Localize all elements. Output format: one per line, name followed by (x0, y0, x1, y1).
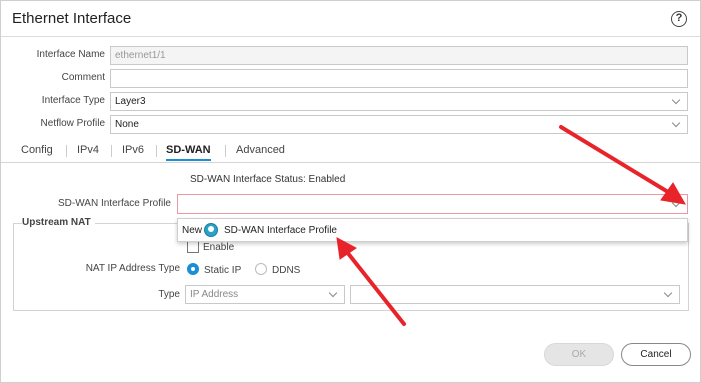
tab-bar: Config IPv4 IPv6 SD-WAN Advanced (1, 139, 700, 163)
ok-button[interactable]: OK (544, 343, 614, 366)
netflow-profile-label: Netflow Profile (40, 118, 105, 129)
sd-wan-profile-dropdown: New SD-WAN Interface Profile (177, 218, 688, 242)
comment-field[interactable] (110, 69, 688, 88)
tab-sd-wan[interactable]: SD-WAN (166, 144, 211, 161)
sd-wan-profile-icon[interactable] (204, 223, 218, 237)
type-label: Type (158, 289, 180, 300)
chevron-down-icon (328, 286, 338, 303)
interface-type-label: Interface Type (41, 95, 105, 106)
dropdown-new-label[interactable]: New (182, 225, 202, 236)
chevron-down-icon (663, 286, 673, 303)
chevron-down-icon (671, 93, 681, 110)
nat-ip-type-label: NAT IP Address Type (85, 263, 180, 274)
enable-checkbox[interactable] (187, 241, 199, 253)
help-icon[interactable]: ? (671, 11, 687, 27)
interface-name-field[interactable]: ethernet1/1 (110, 46, 688, 65)
sd-wan-status-text: SD-WAN Interface Status: Enabled (190, 174, 346, 185)
address-select[interactable] (350, 285, 680, 304)
enable-label: Enable (203, 242, 235, 253)
upstream-nat-title: Upstream NAT (22, 217, 95, 228)
static-ip-radio[interactable] (187, 263, 199, 275)
netflow-profile-value: None (115, 119, 139, 130)
type-select[interactable]: IP Address (185, 285, 345, 304)
interface-type-select[interactable]: Layer3 (110, 92, 688, 111)
tab-divider (111, 145, 112, 157)
cancel-button[interactable]: Cancel (621, 343, 691, 366)
dialog-title: Ethernet Interface (12, 10, 132, 27)
comment-label: Comment (61, 72, 105, 83)
ethernet-interface-dialog: Ethernet Interface ? Interface Name ethe… (0, 0, 701, 383)
sd-wan-profile-select[interactable] (177, 194, 688, 214)
tab-divider (225, 145, 226, 157)
chevron-down-icon (671, 116, 681, 133)
ddns-label: DDNS (272, 265, 301, 276)
tab-divider (66, 145, 67, 157)
interface-type-value: Layer3 (115, 96, 146, 107)
type-value: IP Address (190, 289, 239, 300)
sd-wan-profile-label: SD-WAN Interface Profile (58, 198, 171, 209)
netflow-profile-select[interactable]: None (110, 115, 688, 134)
static-ip-label: Static IP (204, 265, 242, 276)
chevron-down-icon (671, 196, 681, 213)
tab-divider (156, 145, 157, 157)
tab-ipv6[interactable]: IPv6 (122, 144, 144, 156)
tab-advanced[interactable]: Advanced (236, 144, 285, 156)
dialog-titlebar: Ethernet Interface ? (1, 1, 700, 37)
new-sd-wan-profile-item[interactable]: SD-WAN Interface Profile (224, 225, 337, 236)
tab-config[interactable]: Config (21, 144, 53, 156)
ddns-radio[interactable] (255, 263, 267, 275)
interface-name-label: Interface Name (36, 49, 105, 60)
tab-ipv4[interactable]: IPv4 (77, 144, 99, 156)
